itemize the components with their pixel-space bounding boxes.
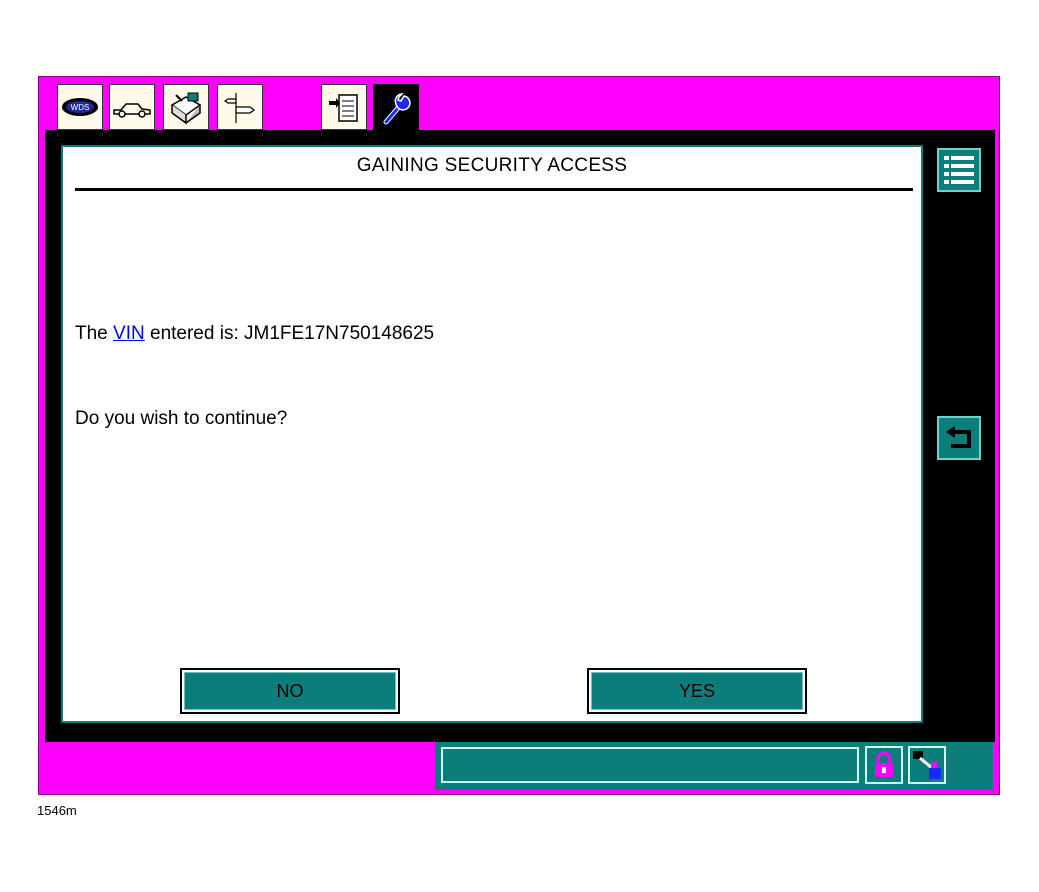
yes-button-label: YES	[591, 672, 803, 710]
no-button-label: NO	[184, 672, 396, 710]
wrench-icon	[383, 93, 411, 125]
main-panel: GAINING SECURITY ACCESS The VIN entered …	[45, 130, 995, 742]
document-icon	[329, 94, 358, 122]
wds-logo-icon: WDS	[62, 98, 98, 116]
padlock-icon	[875, 751, 893, 777]
page-title: GAINING SECURITY ACCESS	[356, 155, 628, 176]
tab-wds[interactable]: WDS	[57, 84, 103, 130]
list-icon	[944, 156, 974, 184]
status-field	[441, 747, 859, 783]
vin-message: The VIN entered is: JM1FE17N750148625	[75, 323, 434, 345]
yes-button[interactable]: YES	[587, 668, 807, 714]
no-button[interactable]: NO	[180, 668, 400, 714]
tab-vehicle[interactable]	[109, 84, 155, 130]
return-arrow-icon	[946, 426, 971, 448]
tab-signpost[interactable]	[217, 84, 263, 130]
status-bar	[435, 742, 993, 790]
connection-cable-icon	[913, 751, 941, 779]
vin-value-text: entered is: JM1FE17N750148625	[144, 323, 435, 344]
lock-button[interactable]	[865, 746, 903, 784]
tab-toolbox[interactable]	[163, 84, 209, 130]
connection-button[interactable]	[908, 746, 946, 784]
title-divider	[75, 188, 913, 191]
svg-text:WDS: WDS	[71, 103, 90, 112]
tab-documents[interactable]	[321, 84, 367, 130]
tab-toolbox-active[interactable]	[373, 84, 419, 134]
signpost-icon	[223, 93, 255, 123]
application-window: WDS GAINING SECURITY ACCESS The VIN ente…	[38, 76, 1000, 795]
menu-list-button[interactable]	[937, 148, 981, 192]
back-button[interactable]	[937, 416, 981, 460]
vin-link[interactable]: VIN	[113, 323, 145, 344]
toolbox-icon	[170, 92, 202, 125]
dialog-content: GAINING SECURITY ACCESS The VIN entered …	[61, 145, 923, 723]
vin-prefix: The	[75, 323, 114, 344]
vehicle-icon	[113, 103, 151, 118]
figure-label: 1546m	[37, 803, 77, 818]
continue-question: Do you wish to continue?	[75, 408, 288, 429]
